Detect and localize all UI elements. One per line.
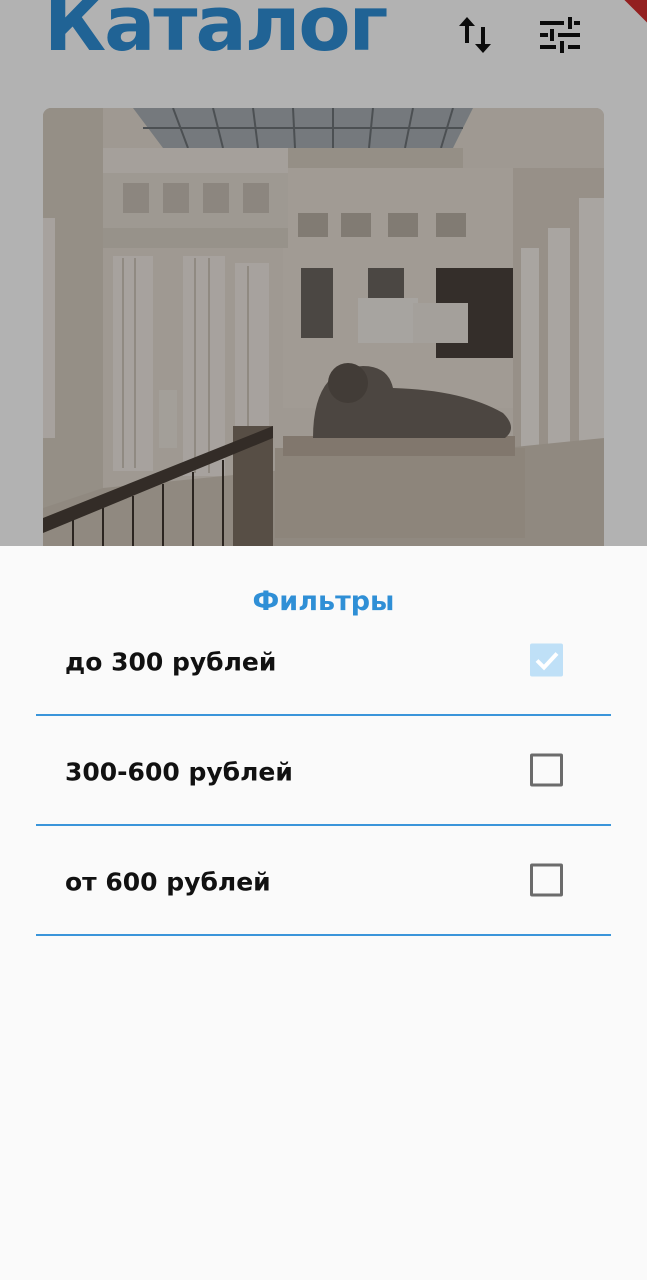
catalog-item-image[interactable]: [43, 108, 604, 568]
check-icon: [535, 651, 558, 670]
filter-checkbox[interactable]: [530, 643, 563, 677]
filter-bottom-sheet: Фильтры до 300 рублей 300-600 рублей от …: [0, 546, 647, 1280]
tune-icon: [540, 17, 580, 53]
filter-option-under-300[interactable]: до 300 рублей: [36, 606, 611, 716]
filter-option-300-600[interactable]: 300-600 рублей: [36, 716, 611, 826]
museum-hall-photo: [43, 108, 604, 568]
filter-button[interactable]: [535, 10, 585, 60]
filter-option-over-600[interactable]: от 600 рублей: [36, 826, 611, 936]
swap-vert-icon: [459, 17, 491, 53]
debug-banner: [598, 0, 647, 32]
filter-option-label: от 600 рублей: [65, 867, 271, 897]
filter-checkbox[interactable]: [530, 753, 563, 787]
page-title: Каталог: [44, 0, 388, 68]
filter-option-label: 300-600 рублей: [65, 757, 293, 787]
sort-button[interactable]: [450, 10, 500, 60]
filter-checkbox[interactable]: [530, 863, 563, 897]
filter-option-label: до 300 рублей: [65, 647, 277, 677]
